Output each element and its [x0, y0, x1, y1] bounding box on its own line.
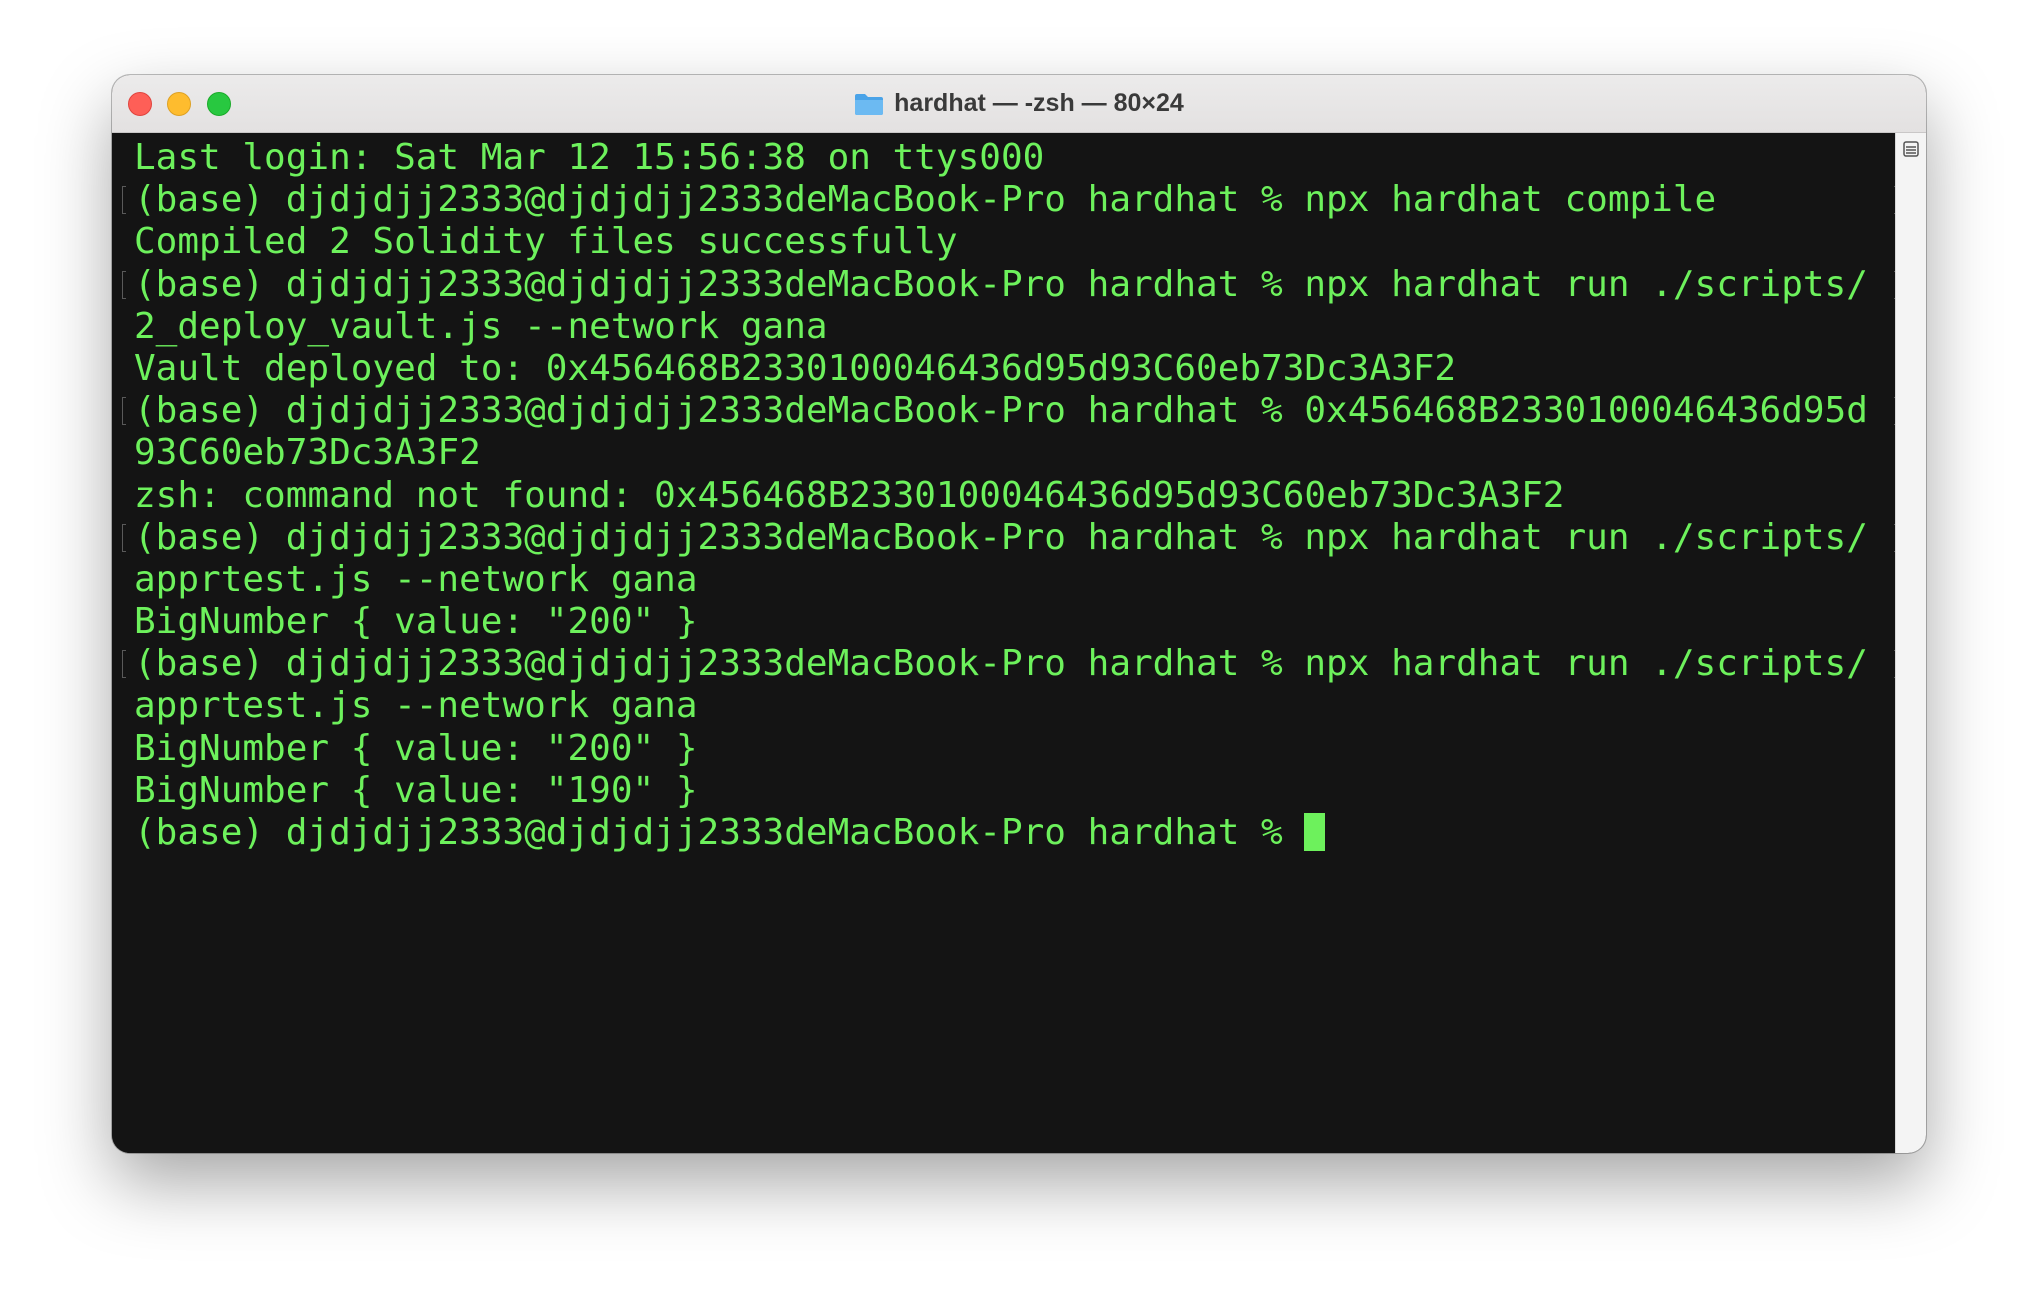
terminal-prompt-line[interactable]: (base) djdjdjj2333@djdjdjj2333deMacBook-… — [122, 812, 1868, 854]
terminal-line: (base) djdjdjj2333@djdjdjj2333deMacBook-… — [122, 517, 1898, 559]
title-bar[interactable]: hardhat — -zsh — 80×24 — [112, 75, 1926, 133]
window-title: hardhat — -zsh — 80×24 — [894, 89, 1184, 117]
folder-icon — [854, 92, 884, 116]
text-cursor — [1304, 813, 1326, 851]
terminal-output[interactable]: Last login: Sat Mar 12 15:56:38 on ttys0… — [112, 133, 1898, 1153]
terminal-line: 93C60eb73Dc3A3F2 — [134, 432, 481, 474]
scrollbar[interactable] — [1895, 133, 1926, 1153]
terminal-line: Compiled 2 Solidity files successfully — [134, 221, 958, 263]
terminal-line: apprtest.js --network gana — [134, 558, 698, 600]
terminal-line: apprtest.js --network gana — [134, 685, 698, 727]
terminal-line: BigNumber { value: "190" } — [134, 769, 698, 811]
terminal-line: BigNumber { value: "200" } — [134, 727, 698, 769]
terminal-line: 2_deploy_vault.js --network gana — [134, 305, 828, 347]
terminal-line: BigNumber { value: "200" } — [134, 601, 698, 643]
terminal-window: hardhat — -zsh — 80×24 Last login: Sat M… — [112, 75, 1926, 1153]
terminal-line: (base) djdjdjj2333@djdjdjj2333deMacBook-… — [122, 643, 1898, 685]
terminal-line: zsh: command not found: 0x456468B2330100… — [134, 474, 1565, 516]
split-pane-icon[interactable] — [1903, 141, 1919, 157]
terminal-line: Vault deployed to: 0x456468B233010004643… — [134, 347, 1457, 389]
terminal-line: (base) djdjdjj2333@djdjdjj2333deMacBook-… — [122, 179, 1898, 221]
terminal-line: (base) djdjdjj2333@djdjdjj2333deMacBook-… — [122, 264, 1898, 306]
terminal-line: (base) djdjdjj2333@djdjdjj2333deMacBook-… — [122, 390, 1898, 432]
terminal-line: Last login: Sat Mar 12 15:56:38 on ttys0… — [134, 137, 1045, 178]
